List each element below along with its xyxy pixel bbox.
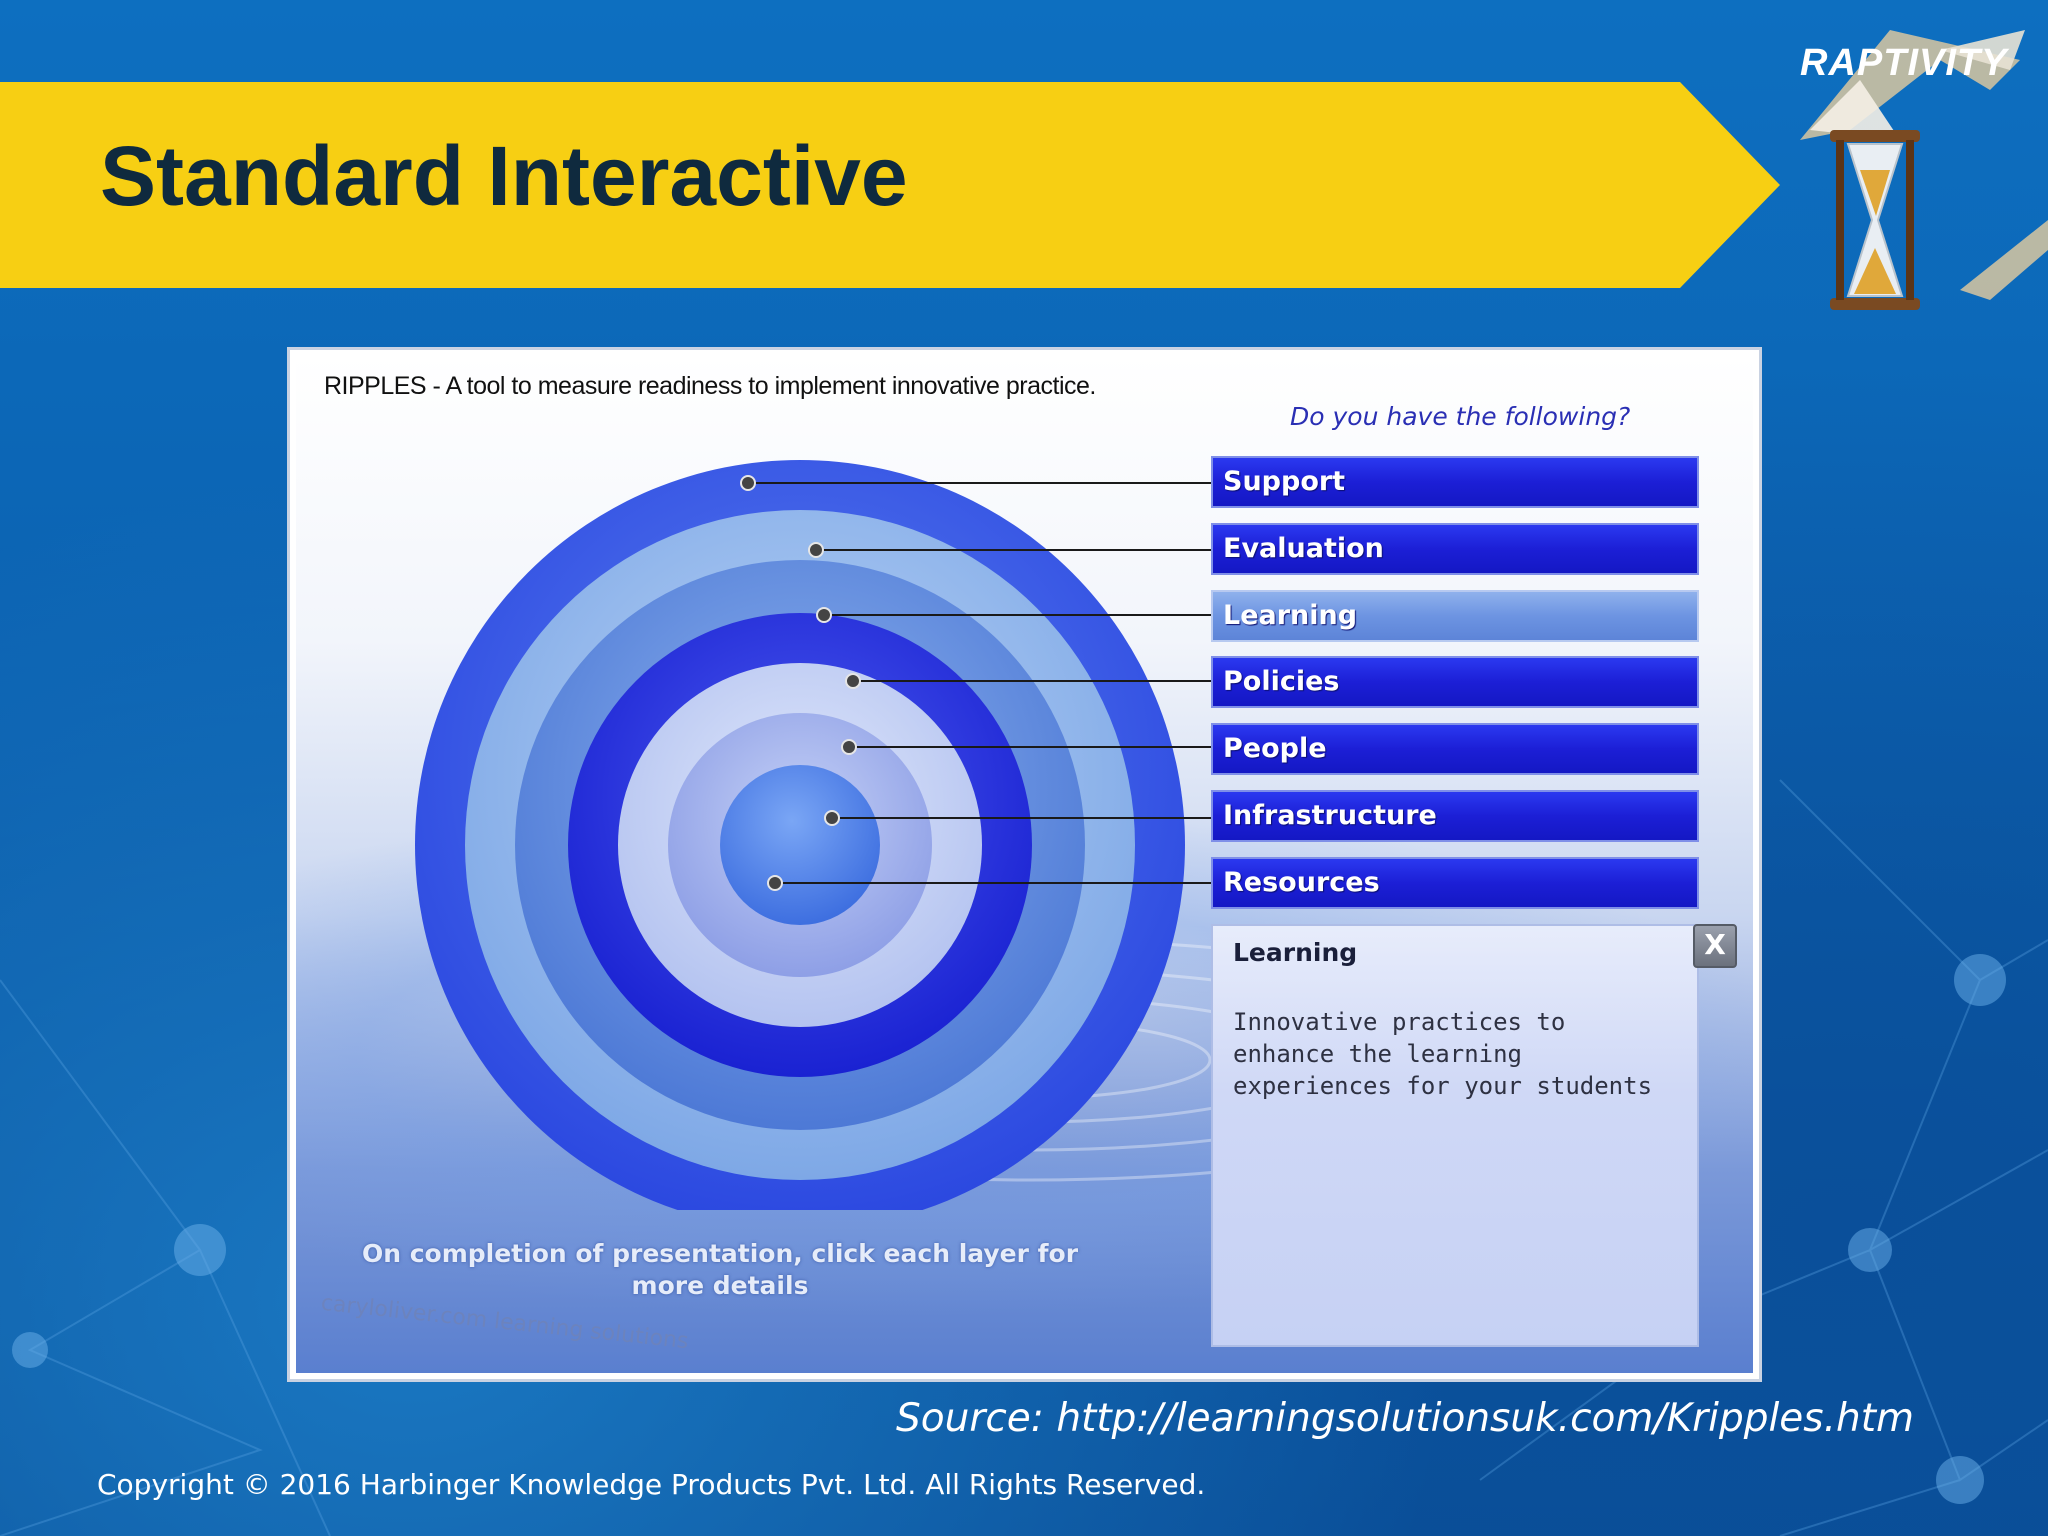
layer-button-policies[interactable]: Policies [1211,656,1699,708]
copyright-text: Copyright © 2016 Harbinger Knowledge Pro… [97,1468,1206,1501]
ripple-layer-resources [720,765,880,925]
logo-wordmark: RAPTIVITY [1800,42,2008,84]
layer-button-evaluation[interactable]: Evaluation [1211,523,1699,575]
info-panel-body: Innovative practices to enhance the lear… [1233,1008,1653,1100]
instruction-text: On completion of presentation, click eac… [361,1239,1079,1300]
page-title: Standard Interactive [100,129,908,223]
app-question: Do you have the following? [1290,402,1631,431]
info-panel: Learning Innovative practices to enhance… [1211,924,1699,1347]
layer-button-people[interactable]: People [1211,723,1699,775]
app-header: RIPPLES - A tool to measure readiness to… [324,372,1096,400]
hourglass-icon [1830,130,1920,310]
layer-button-resources[interactable]: Resources [1211,857,1699,909]
layer-button-infrastructure[interactable]: Infrastructure [1211,790,1699,842]
close-button[interactable]: X [1693,924,1737,968]
info-panel-title: Learning [1233,938,1358,967]
layer-button-support[interactable]: Support [1211,456,1699,508]
layer-button-learning[interactable]: Learning [1211,590,1699,642]
ripples-app-frame: RIPPLES - A tool to measure readiness to… [287,347,1762,1382]
source-link-text: Source: http://learningsolutionsuk.com/K… [896,1396,1914,1441]
